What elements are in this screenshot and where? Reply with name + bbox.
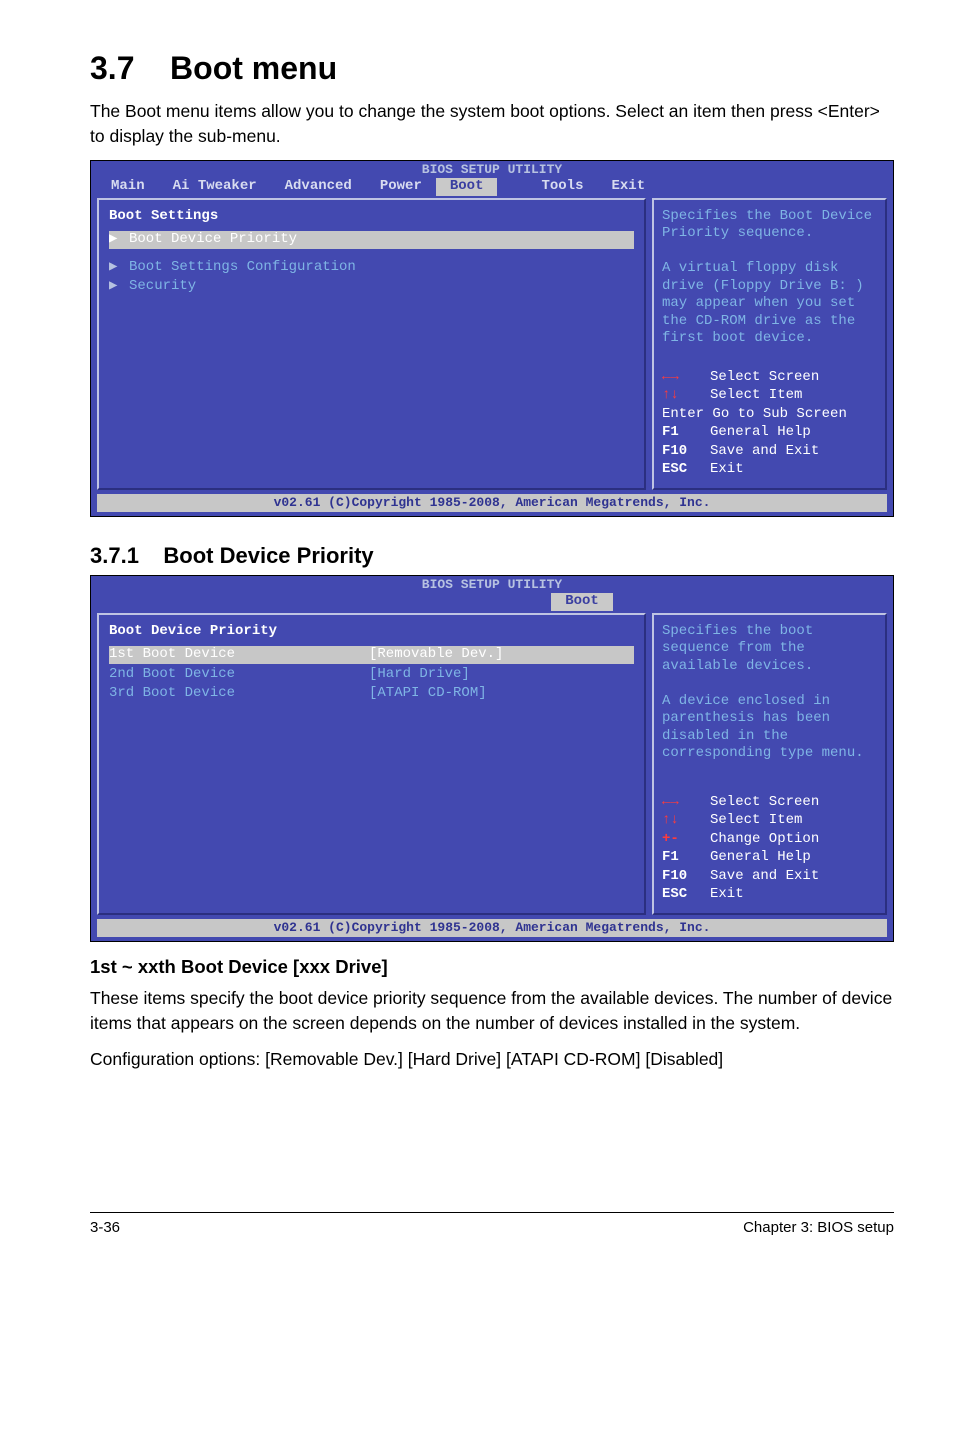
bios-copyright-footer: v02.61 (C)Copyright 1985-2008, American … [97,919,887,937]
row-3rd-boot-device[interactable]: 3rd Boot Device [ATAPI CD-ROM] [109,685,634,703]
menu-label: Security [129,278,381,296]
nav-desc: Exit [710,886,744,904]
bios-screenshot-boot-menu: BIOS SETUP UTILITY Main Ai Tweaker Advan… [90,160,894,517]
row-2nd-boot-device[interactable]: 2nd Boot Device [Hard Drive] [109,666,634,684]
subsection-title-text: Boot Device Priority [163,543,373,568]
bios-tab-bar: Main Ai Tweaker Advanced Power Boot Tool… [91,178,893,198]
submenu-pointer-icon: ▶ [109,231,121,249]
nav-desc: Save and Exit [710,868,819,886]
subsection-number: 3.7.1 [90,543,139,568]
key-f1: F1 [662,849,704,867]
nav-enter-line: Enter Go to Sub Screen [662,406,847,424]
key-f10: F10 [662,443,704,461]
nav-hints: ←→ Select Screen ↑↓ Select Item +- Change O… [662,793,877,905]
row-1st-boot-device[interactable]: 1st Boot Device [Removable Dev.] [109,646,634,664]
tab-main[interactable]: Main [97,178,159,196]
page-footer: 3-36 Chapter 3: BIOS setup [90,1212,894,1236]
row-label: 2nd Boot Device [109,666,361,684]
section-heading: 3.7 Boot menu [90,50,894,87]
bios-left-panel: Boot Settings ▶ Boot Device Priority ▶ B… [97,198,646,490]
tab-boot[interactable]: Boot [551,593,613,611]
tab-power[interactable]: Power [366,178,436,196]
key-up-down-icon: ↑↓ [662,387,704,405]
nav-desc: Change Option [710,831,819,849]
nav-desc: Save and Exit [710,443,819,461]
menu-item-boot-device-priority[interactable]: ▶ Boot Device Priority [109,231,634,249]
row-value: [Hard Drive] [369,666,470,684]
key-up-down-icon: ↑↓ [662,812,704,830]
nav-desc: General Help [710,849,811,867]
row-label: 3rd Boot Device [109,685,361,703]
bios-left-panel: Boot Device Priority 1st Boot Device [Re… [97,613,646,915]
tab-advanced[interactable]: Advanced [271,178,366,196]
key-plus-minus: +- [662,831,704,849]
submenu-pointer-icon: ▶ [109,278,121,296]
key-esc: ESC [662,461,704,479]
key-left-right-icon: ←→ [662,794,704,812]
paragraph-body-2: Configuration options: [Removable Dev.] … [90,1047,894,1072]
key-f1: F1 [662,424,704,442]
subsection-heading: 3.7.1 Boot Device Priority [90,543,894,569]
nav-hints: ←→ Select Screen ↑↓ Select Item Enter Go t… [662,368,877,480]
bios-right-panel: Specifies the Boot Device Priority seque… [652,198,887,490]
nav-desc: Select Item [710,812,802,830]
nav-desc: Exit [710,461,744,479]
row-value: [ATAPI CD-ROM] [369,685,487,703]
bios-right-panel: Specifies the boot sequence from the ava… [652,613,887,915]
help-text: Specifies the Boot Device Priority seque… [662,208,877,348]
paragraph-body-1: These items specify the boot device prio… [90,986,894,1035]
submenu-pointer-icon: ▶ [109,259,121,277]
chapter-label: Chapter 3: BIOS setup [743,1219,894,1236]
boot-device-priority-heading: Boot Device Priority [109,623,634,641]
menu-label: Boot Settings Configuration [129,259,381,277]
section-intro: The Boot menu items allow you to change … [90,99,894,148]
key-left-right-icon: ←→ [662,369,704,387]
section-number: 3.7 [90,50,134,86]
key-f10: F10 [662,868,704,886]
nav-desc: General Help [710,424,811,442]
bios-title: BIOS SETUP UTILITY [91,161,893,178]
page-number: 3-36 [90,1219,120,1236]
bios-screenshot-boot-device-priority: BIOS SETUP UTILITY Boot Boot Device Prio… [90,575,894,942]
menu-item-boot-settings-configuration[interactable]: ▶ Boot Settings Configuration [109,259,634,277]
bios-copyright-footer: v02.61 (C)Copyright 1985-2008, American … [97,494,887,512]
nav-desc: Select Item [710,387,802,405]
boot-settings-heading: Boot Settings [109,208,634,226]
paragraph-heading: 1st ~ xxth Boot Device [xxx Drive] [90,956,894,978]
section-title-text: Boot menu [170,50,337,86]
tab-exit[interactable]: Exit [597,178,659,196]
menu-item-security[interactable]: ▶ Security [109,278,634,296]
row-label: 1st Boot Device [109,646,361,664]
tab-ai-tweaker[interactable]: Ai Tweaker [159,178,271,196]
nav-desc: Select Screen [710,369,819,387]
tab-boot[interactable]: Boot [436,178,498,196]
key-esc: ESC [662,886,704,904]
nav-desc: Select Screen [710,794,819,812]
help-text: Specifies the boot sequence from the ava… [662,623,877,763]
bios-title: BIOS SETUP UTILITY [91,576,893,593]
tab-tools[interactable]: Tools [527,178,597,196]
bios-tab-bar: Boot [91,593,893,613]
row-value: [Removable Dev.] [369,646,503,664]
menu-label: Boot Device Priority [129,231,381,249]
